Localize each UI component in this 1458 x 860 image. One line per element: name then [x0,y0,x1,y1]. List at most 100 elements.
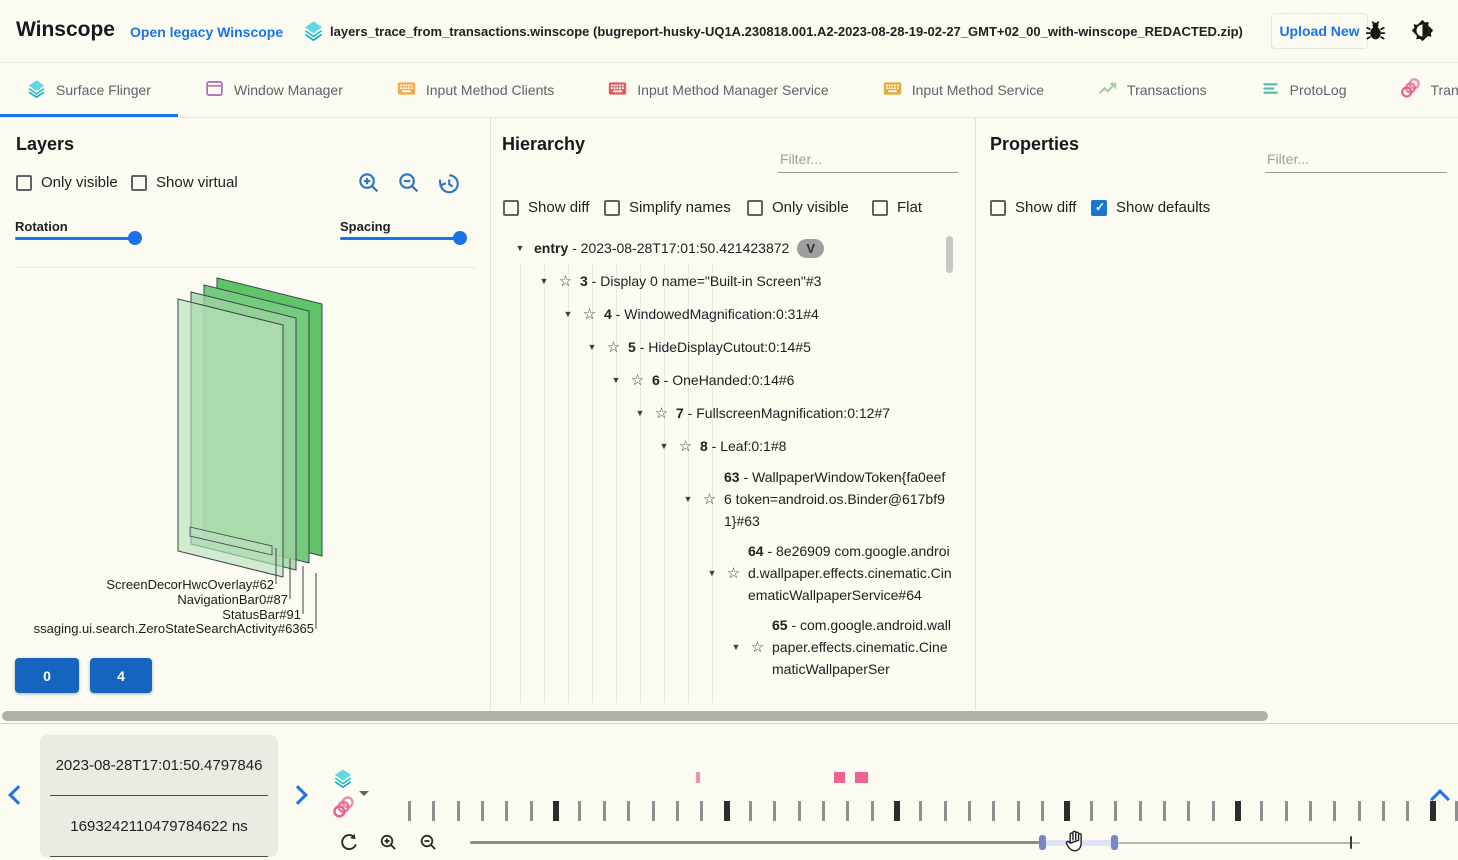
timeline-tick[interactable] [944,801,947,821]
star-icon[interactable]: ☆ [702,490,717,508]
timeline-tick[interactable] [1187,801,1190,821]
checkbox-box[interactable] [503,200,519,216]
checkbox-box[interactable] [1091,200,1107,216]
timeline-tick[interactable] [822,801,825,821]
timeline-tick[interactable] [505,801,508,821]
star-icon[interactable]: ☆ [678,437,693,455]
timeline-tick[interactable] [1163,801,1166,821]
timeline-range-track-right[interactable] [1118,842,1360,844]
timeline-tick[interactable] [724,801,730,821]
timeline-tick[interactable] [652,801,655,821]
timeline-tick[interactable] [919,801,922,821]
timeline-tick[interactable] [1309,801,1312,821]
tab-transactions[interactable]: Transactions [1071,62,1234,117]
hierarchy-filter-input[interactable] [778,146,958,173]
star-icon[interactable]: ☆ [726,564,741,582]
tab-transitions[interactable]: Transitions [1373,62,1458,117]
timeline-tick[interactable] [1235,801,1241,821]
open-legacy-link[interactable]: Open legacy Winscope [130,24,283,40]
timeline-tick[interactable] [894,801,900,821]
layer-label[interactable]: ssaging.ui.search.ZeroStateSearchActivit… [0,621,314,636]
timeline-tick[interactable] [871,801,874,821]
timeline-tick[interactable] [676,801,679,821]
next-entry-button[interactable] [291,788,305,807]
timeline-tick[interactable] [530,801,533,821]
timeline-event-marker[interactable] [834,772,845,783]
star-icon[interactable]: ☆ [606,338,621,356]
timeline-zoom-out-icon[interactable] [419,833,438,855]
collapse-timeline-button[interactable] [1433,792,1447,811]
tab-protolog[interactable]: ProtoLog [1234,62,1374,117]
timeline-tick[interactable] [773,801,776,821]
tab-surface-flinger[interactable]: Surface Flinger [0,62,178,117]
timeline-tick[interactable] [798,801,801,821]
star-icon[interactable]: ☆ [630,371,645,389]
timeline-tick[interactable] [700,801,703,821]
horizontal-scrollbar[interactable] [2,711,1268,721]
timeline-tick[interactable] [1382,801,1385,821]
timeline-tick[interactable] [992,801,995,821]
collapse-arrow-icon[interactable]: ▼ [728,642,744,652]
layer-label[interactable]: StatusBar#91 [0,607,301,622]
timeline-tick[interactable] [846,801,849,821]
bug-report-icon[interactable] [1364,20,1387,48]
human-timestamp-input[interactable] [50,735,268,796]
timeline-tick[interactable] [1260,801,1263,821]
show-diff-checkbox[interactable]: Show diff [990,199,1076,216]
timeline-tick[interactable] [457,801,460,821]
timeline-tick[interactable] [553,801,559,821]
timeline-tick[interactable] [968,801,971,821]
only-visible-checkbox[interactable]: Only visible [747,199,849,216]
timeline-tick[interactable] [749,801,752,821]
timeline-tick[interactable] [1090,801,1093,821]
ns-timestamp-input[interactable] [50,796,268,857]
timeline-tick[interactable] [1406,801,1409,821]
tab-input-method-clients[interactable]: Input Method Clients [370,62,581,117]
tab-input-method-manager-service[interactable]: Input Method Manager Service [581,62,855,117]
timeline-tick[interactable] [408,801,411,821]
tab-input-method-service[interactable]: Input Method Service [856,62,1071,117]
timeline-tick[interactable] [627,801,630,821]
layers-icon[interactable] [333,768,353,793]
timeline-tick[interactable] [1333,801,1336,821]
checkbox-box[interactable] [990,200,1006,216]
tab-window-manager[interactable]: Window Manager [178,62,370,117]
show-defaults-checkbox[interactable]: Show defaults [1091,199,1210,216]
transitions-rings-icon[interactable] [332,796,354,823]
timeline-tick[interactable] [578,801,581,821]
timeline-tick[interactable] [1285,801,1288,821]
timeline-tick[interactable] [481,801,484,821]
timeline-zoom-in-icon[interactable] [379,833,398,855]
timeline-tick[interactable] [603,801,606,821]
timeline-tick[interactable] [1017,801,1020,821]
hierarchy-scrollbar[interactable] [946,236,953,273]
checkbox-box[interactable] [747,200,763,216]
timeline-tick[interactable] [432,801,435,821]
timeline-tick[interactable] [1358,801,1361,821]
star-icon[interactable]: ☆ [654,404,669,422]
timeline-tick[interactable] [1212,801,1215,821]
collapse-arrow-icon[interactable]: ▼ [512,243,528,253]
star-icon[interactable]: ☆ [558,272,573,290]
timeline-tick[interactable] [1041,801,1044,821]
prev-entry-button[interactable] [11,788,25,807]
dark-mode-toggle-icon[interactable] [1410,18,1435,48]
simplify-names-checkbox[interactable]: Simplify names [604,199,731,216]
timeline-event-marker[interactable] [855,772,868,783]
layer-label[interactable]: NavigationBar0#87 [0,592,288,607]
checkbox-box[interactable] [872,200,888,216]
star-icon[interactable]: ☆ [582,305,597,323]
timeline-event-marker[interactable] [696,772,700,783]
tree-node-entry[interactable]: ▼ entry - 2023-08-28T17:01:50.421423872V [500,231,952,264]
timeline-range-track-left[interactable] [470,841,1040,844]
timeline-tick[interactable] [1114,801,1117,821]
trace-selector-caret-icon[interactable] [359,791,369,801]
range-handle-right[interactable] [1111,835,1118,850]
timeline-tick[interactable] [1139,801,1142,821]
star-icon[interactable]: ☆ [750,638,765,656]
checkbox-box[interactable] [604,200,620,216]
flat-checkbox[interactable]: Flat [872,199,922,216]
timeline-refresh-icon[interactable] [339,832,359,855]
show-diff-checkbox[interactable]: Show diff [503,199,589,216]
layer-label[interactable]: ScreenDecorHwcOverlay#62 [0,577,274,592]
